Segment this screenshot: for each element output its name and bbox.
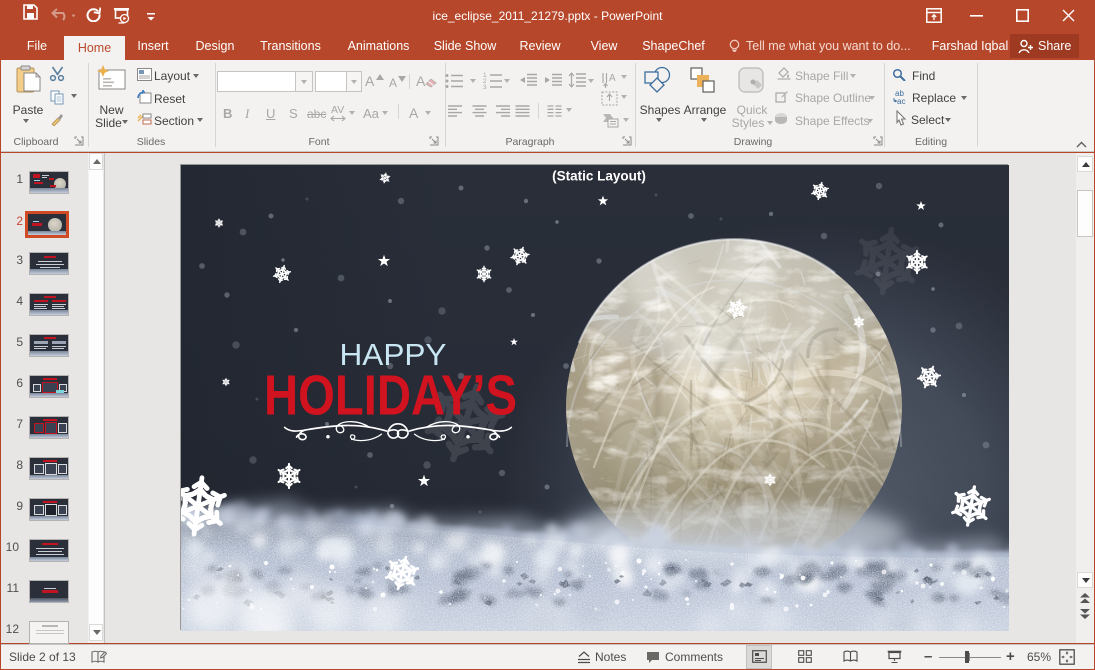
svg-text:3: 3	[483, 84, 487, 90]
svg-text:HOLIDAY’S: HOLIDAY’S	[264, 364, 517, 428]
svg-text:(Static Layout): (Static Layout)	[552, 169, 646, 184]
svg-text:A: A	[609, 73, 616, 84]
svg-text:ac: ac	[897, 97, 905, 104]
